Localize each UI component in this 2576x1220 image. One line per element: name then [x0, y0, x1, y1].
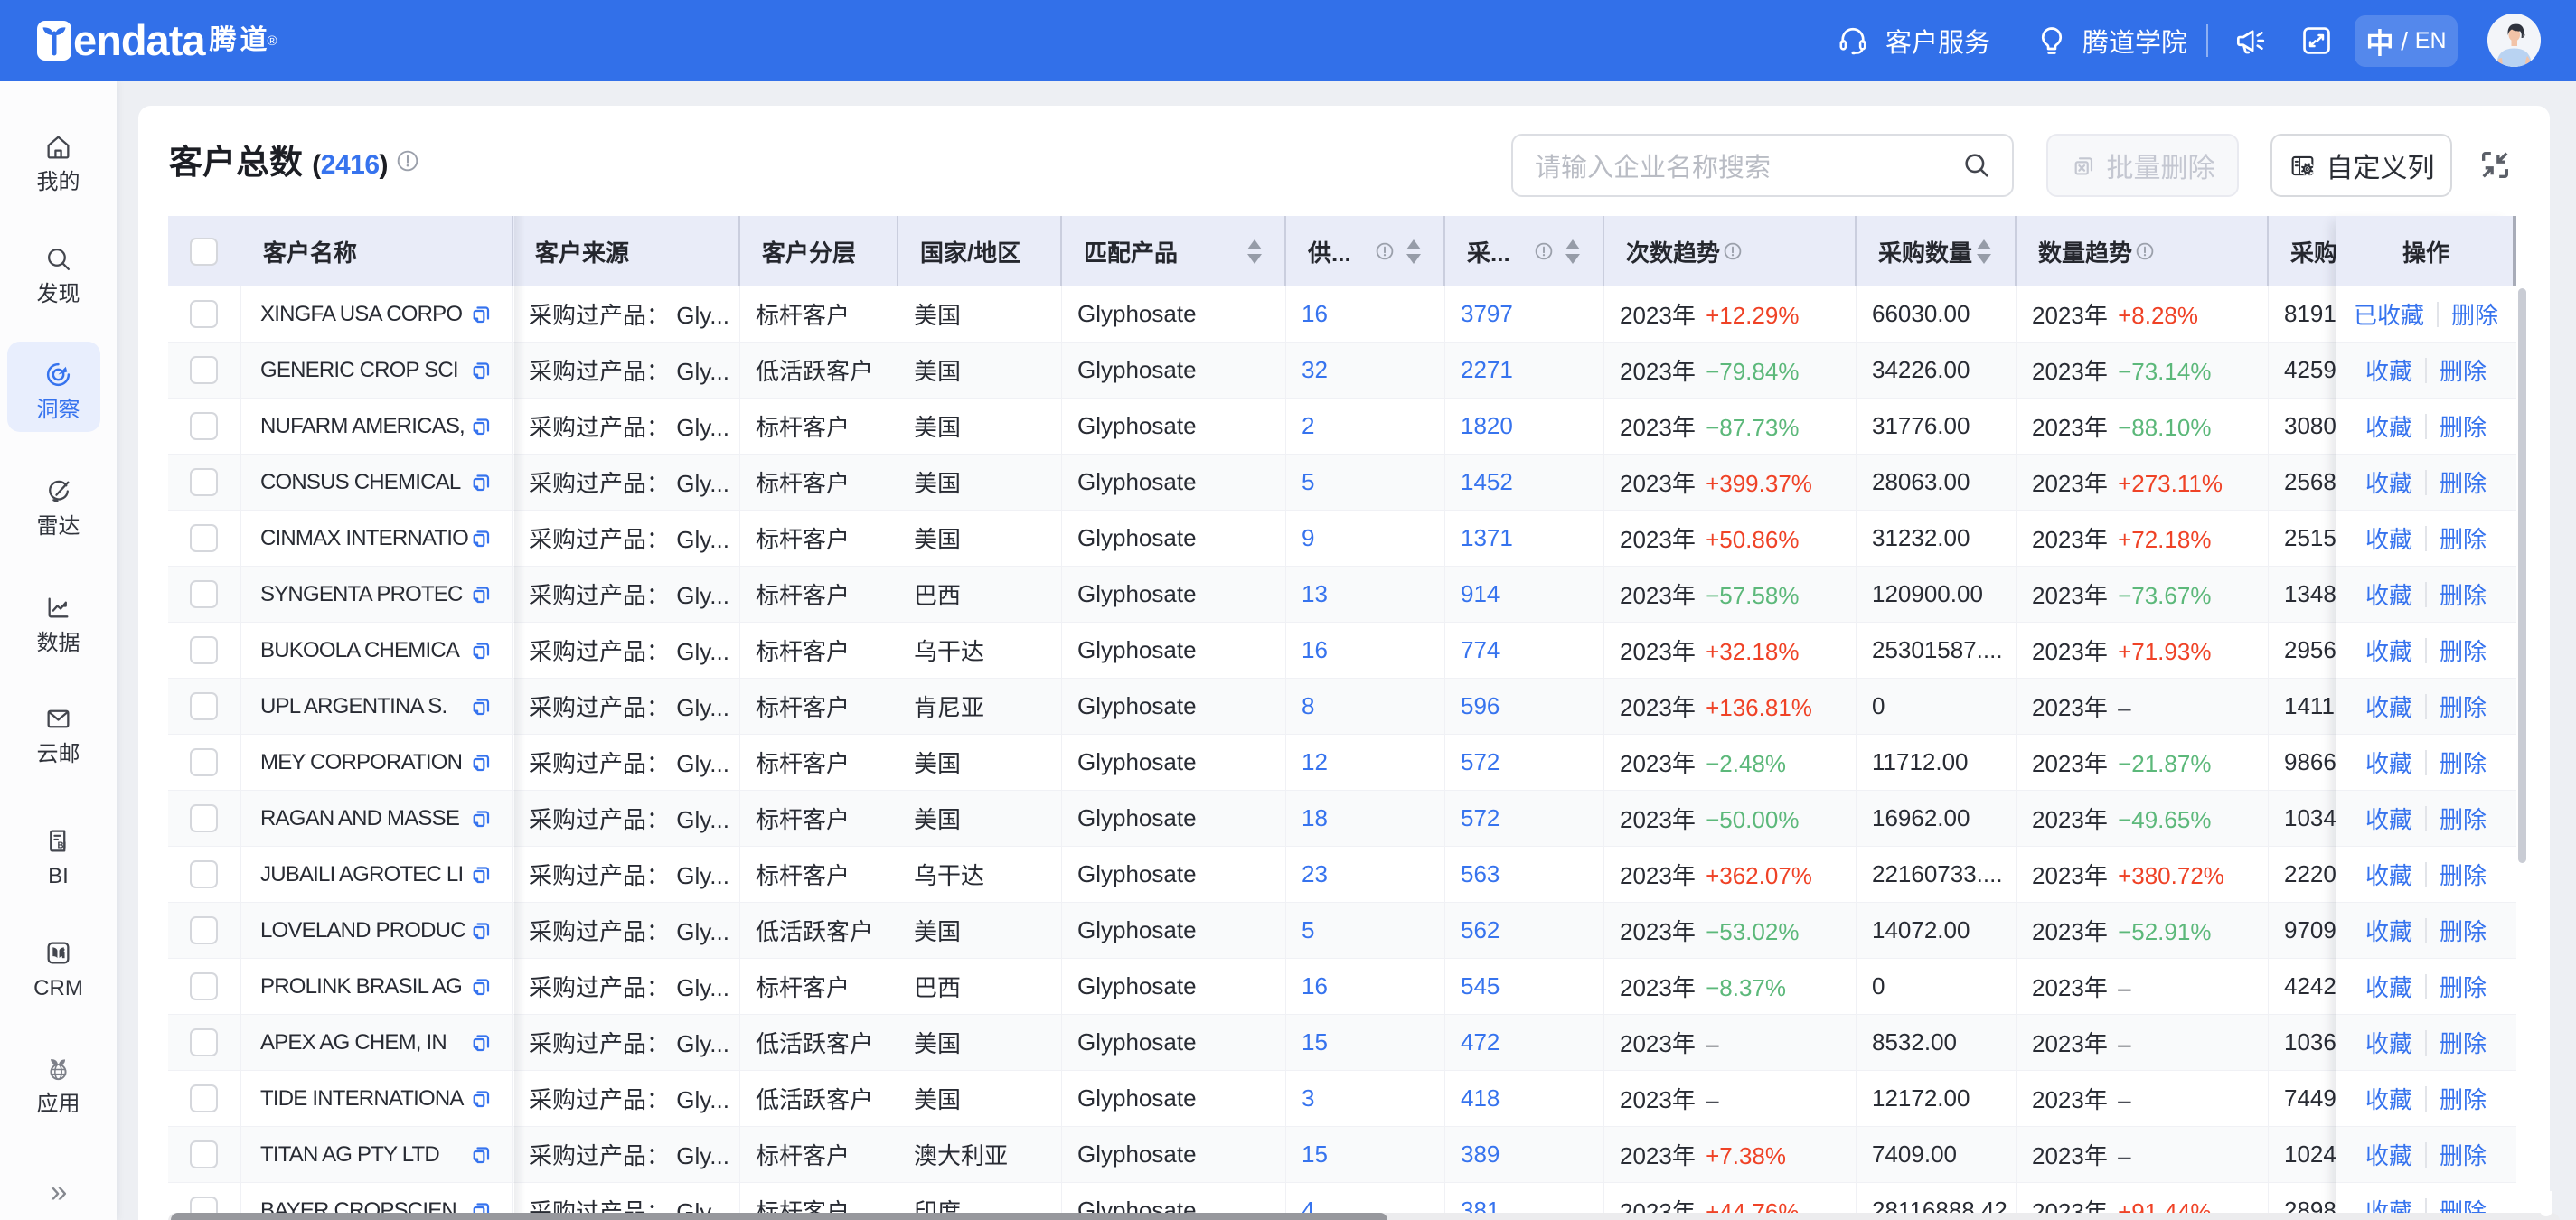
svg-text:BI: BI [57, 840, 66, 850]
